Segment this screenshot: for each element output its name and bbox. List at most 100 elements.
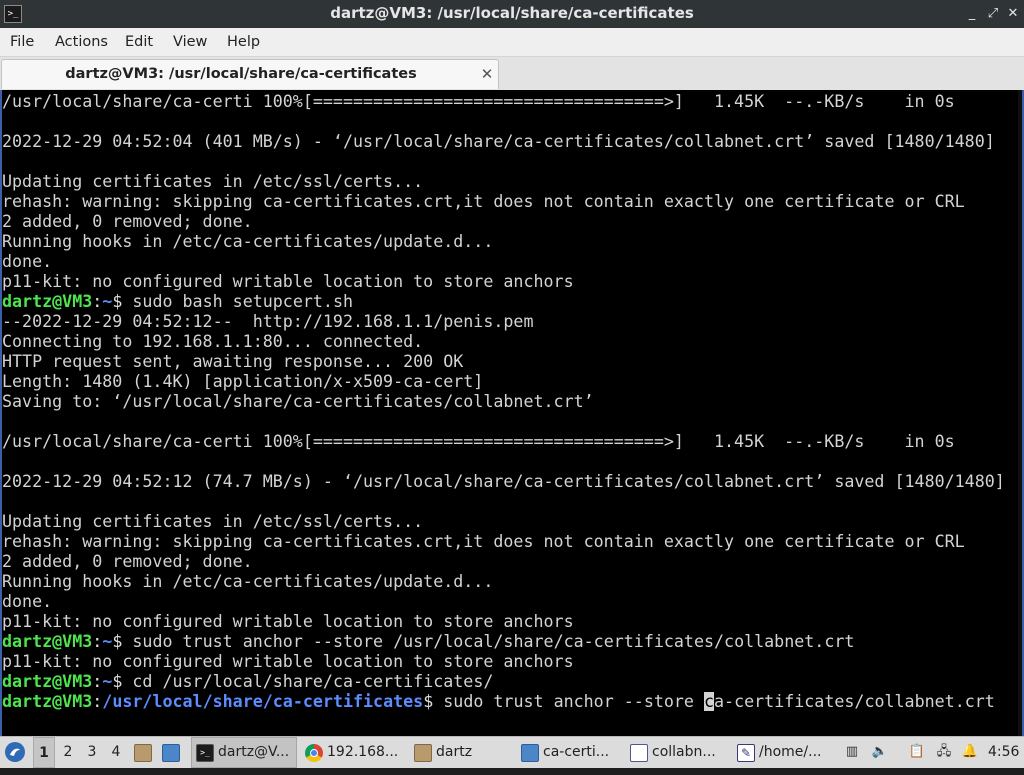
task-label: dartz@V...	[218, 744, 290, 760]
terminal-output-line: 2 added, 0 removed; done.	[2, 212, 253, 231]
prompt-user: dartz@VM3	[2, 292, 93, 311]
terminal-output-line: p11-kit: no configured writable location…	[2, 612, 574, 631]
terminal-output-line: 2022-12-29 04:52:04 (401 MB/s) - ‘/usr/l…	[2, 132, 995, 151]
prompt-user: dartz@VM3	[2, 692, 93, 711]
current-prompt-line[interactable]: dartz@VM3:/usr/local/share/ca-certificat…	[2, 692, 1005, 712]
task-label: 192.168...	[327, 744, 399, 760]
prompt-command: sudo trust anchor --store /usr/local/sha…	[132, 632, 855, 651]
prompt-command: cd /usr/local/share/ca-certificates/	[132, 672, 494, 691]
terminal-output-line: 2022-12-29 04:52:12 (74.7 MB/s) - ‘/usr/…	[2, 472, 1005, 491]
terminal-output: /usr/local/share/ca-certi 100%[=========…	[2, 92, 1005, 712]
task-terminal[interactable]: >_ dartz@V...	[191, 737, 297, 768]
prompt-symbol: $	[112, 632, 133, 651]
prompt-path: ~	[102, 672, 113, 691]
prompt-user: dartz@VM3	[2, 672, 93, 691]
task-text-editor[interactable]: ✎ /home/...	[735, 737, 837, 768]
prompt-path: ~	[102, 632, 113, 651]
workspace-1[interactable]: 1	[33, 737, 55, 768]
prompt-separator: :	[92, 292, 103, 311]
workspace-3[interactable]: 3	[81, 737, 103, 768]
trash-icon[interactable]: ▥	[843, 743, 861, 761]
workspace-2[interactable]: 2	[57, 737, 79, 768]
prompt-symbol: $	[112, 672, 133, 691]
prompt-command-after-cursor: a-certificates/collabnet.crt	[714, 692, 995, 711]
tab-terminal[interactable]: dartz@VM3: /usr/local/share/ca-certifica…	[1, 59, 499, 89]
tab-label: dartz@VM3: /usr/local/share/ca-certifica…	[65, 66, 417, 82]
document-icon	[630, 743, 648, 762]
file-manager-launcher[interactable]	[134, 737, 156, 768]
tab-close-icon[interactable]: ✕	[478, 65, 496, 83]
text-editor-icon: ✎	[737, 743, 755, 762]
prompt-path: ~	[102, 292, 113, 311]
task-chrome[interactable]: 192.168...	[303, 737, 409, 768]
prompt-symbol: $	[112, 292, 133, 311]
volume-icon[interactable]: 🔈	[871, 743, 889, 761]
terminal-output-line: /usr/local/share/ca-certi 100%[=========…	[2, 432, 955, 451]
prompt-line: dartz@VM3:~$ cd /usr/local/share/ca-cert…	[2, 672, 1005, 692]
terminal-output-line	[2, 152, 1005, 172]
terminal-output-line: rehash: warning: skipping ca-certificate…	[2, 532, 965, 551]
show-desktop-launcher[interactable]	[162, 737, 184, 768]
chrome-icon	[305, 743, 323, 762]
terminal-output-line	[2, 452, 1005, 472]
terminal-area[interactable]: /usr/local/share/ca-certi 100%[=========…	[0, 90, 1024, 736]
notification-icon[interactable]: 🔔	[961, 743, 979, 761]
terminal-scrollbar[interactable]	[1018, 90, 1022, 736]
close-button[interactable]: ✕	[1003, 4, 1023, 24]
terminal-output-line	[2, 112, 1005, 132]
window-icon	[521, 743, 539, 762]
menu-file[interactable]: File	[10, 28, 34, 57]
menu-help[interactable]: Help	[227, 28, 260, 57]
prompt-separator: :	[92, 632, 103, 651]
file-manager-icon	[134, 744, 152, 762]
prompt-user: dartz@VM3	[2, 632, 93, 651]
start-menu-icon	[5, 742, 25, 762]
terminal-output-line: HTTP request sent, awaiting response... …	[2, 352, 464, 371]
task-collabnet[interactable]: collabn...	[628, 737, 730, 768]
terminal-output-line	[2, 412, 1005, 432]
terminal-output-line: Running hooks in /etc/ca-certificates/up…	[2, 572, 494, 591]
terminal-output-line: --2022-12-29 04:52:12-- http://192.168.1…	[2, 312, 534, 331]
terminal-output-line: Saving to: ‘/usr/local/share/ca-certific…	[2, 392, 594, 411]
prompt-separator: :	[92, 692, 103, 711]
menu-edit[interactable]: Edit	[125, 28, 153, 57]
menu-bar: File Actions Edit View Help	[0, 28, 1024, 57]
minimize-button[interactable]: _	[962, 4, 982, 24]
terminal-output-line: rehash: warning: skipping ca-certificate…	[2, 192, 965, 211]
terminal-output-line: 2 added, 0 removed; done.	[2, 552, 253, 571]
menu-view[interactable]: View	[173, 28, 207, 57]
task-ca-certificates[interactable]: ca-certi...	[519, 737, 623, 768]
task-folder[interactable]: dartz	[412, 737, 514, 768]
terminal-output-line: Length: 1480 (1.4K) [application/x-x509-…	[2, 372, 484, 391]
prompt-separator: :	[92, 672, 103, 691]
text-cursor: c	[704, 692, 715, 711]
prompt-line: dartz@VM3:~$ sudo bash setupcert.sh	[2, 292, 1005, 312]
task-label: /home/...	[759, 744, 822, 760]
terminal-output-line	[2, 492, 1005, 512]
window-title-bar[interactable]: >_ dartz@VM3: /usr/local/share/ca-certif…	[0, 0, 1024, 28]
terminal-output-line: done.	[2, 252, 53, 271]
prompt-symbol: $	[423, 692, 444, 711]
start-menu-button[interactable]	[4, 737, 28, 768]
folder-icon	[414, 743, 432, 762]
workspace-4[interactable]: 4	[105, 737, 127, 768]
maximize-button[interactable]: ⤢	[983, 4, 1003, 24]
prompt-path: /usr/local/share/ca-certificates	[102, 692, 424, 711]
task-label: collabn...	[652, 744, 716, 760]
network-icon[interactable]: 🖧	[935, 743, 953, 761]
terminal-icon: >_	[196, 743, 214, 762]
terminal-output-line: p11-kit: no configured writable location…	[2, 652, 574, 671]
prompt-command-before-cursor: sudo trust anchor --store	[443, 692, 704, 711]
taskbar: 1 2 3 4 >_ dartz@V... 192.168... dartz c…	[0, 736, 1024, 768]
terminal-output-line: p11-kit: no configured writable location…	[2, 272, 574, 291]
menu-actions[interactable]: Actions	[55, 28, 108, 57]
terminal-output-line: Updating certificates in /etc/ssl/certs.…	[2, 172, 424, 191]
terminal-output-line: done.	[2, 592, 53, 611]
prompt-command: sudo bash setupcert.sh	[132, 292, 354, 311]
clipboard-icon[interactable]: 📋	[908, 743, 926, 761]
terminal-output-line: /usr/local/share/ca-certi 100%[=========…	[2, 92, 955, 111]
terminal-output-line: Connecting to 192.168.1.1:80... connecte…	[2, 332, 424, 351]
clock[interactable]: 4:56	[988, 737, 1019, 768]
show-desktop-icon	[162, 744, 180, 762]
task-label: ca-certi...	[543, 744, 610, 760]
